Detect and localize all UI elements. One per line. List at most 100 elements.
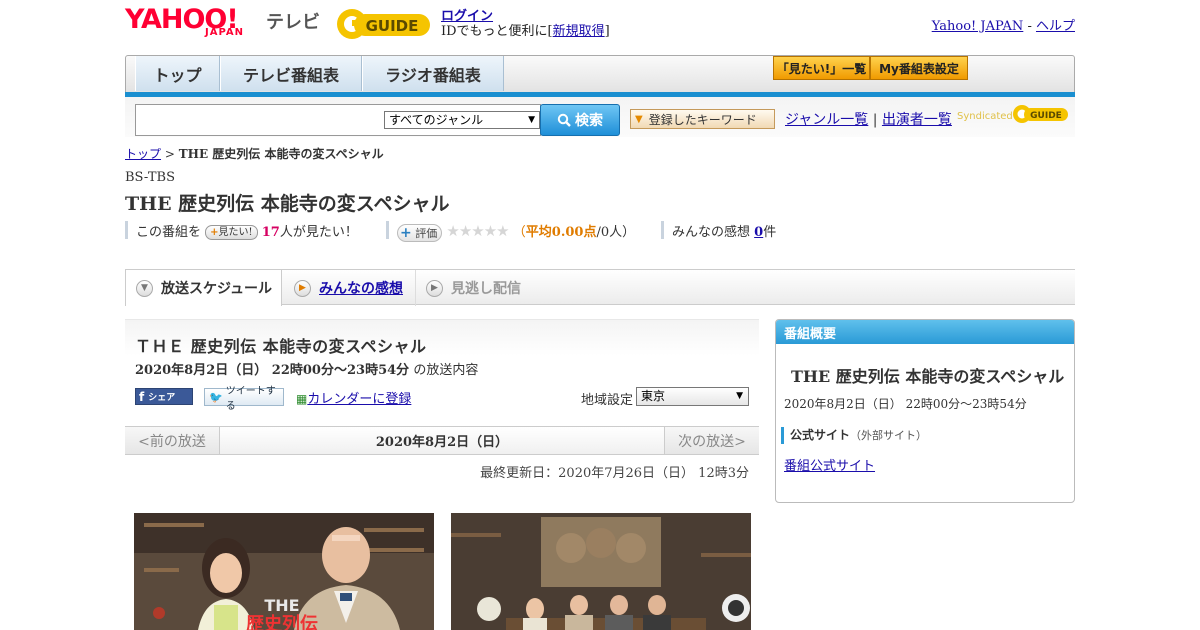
impressions-count-link[interactable]: 0 xyxy=(754,225,763,240)
twitter-bird-icon: 🐦 xyxy=(209,390,223,404)
facebook-share-label: シェア xyxy=(148,393,176,403)
program-photo-panel[interactable] xyxy=(451,513,751,630)
official-site-label: 公式サイト xyxy=(790,428,851,442)
mitai-button-label: 見たい! xyxy=(218,227,253,238)
chevron-down-icon: ▼ xyxy=(528,115,535,125)
calendar-icon: ▦ xyxy=(296,392,308,406)
tab-schedule[interactable]: ▼ 放送スケジュール xyxy=(125,270,282,306)
tv-logo[interactable]: テレビ xyxy=(266,8,320,34)
keyword-button-label: 登録したキーワード xyxy=(648,112,757,127)
rating-value: 0.00点 xyxy=(551,225,597,240)
my-schedule-button[interactable]: My番組表設定 xyxy=(870,56,968,80)
current-broadcast-date: 2020年8月2日（日） xyxy=(375,435,509,450)
signup-link[interactable]: 新規取得 xyxy=(553,24,605,39)
mitai-suffix: 人が見たい！ xyxy=(279,225,358,240)
prev-broadcast-button[interactable]: <前の放送 xyxy=(125,427,220,454)
tweet-label: ツイートする xyxy=(225,386,276,412)
genre-list-link[interactable]: ジャンル一覧 xyxy=(785,112,868,128)
official-site-note: （外部サイト） xyxy=(850,429,928,442)
mitai-count: 17 xyxy=(261,225,280,240)
play-icon: ▶ xyxy=(294,279,311,297)
registered-keyword-button[interactable]: ▼ 登録したキーワード xyxy=(630,109,775,129)
mitai-list-button[interactable]: 「見たい!」一覧 xyxy=(773,56,870,80)
search-button-label: 検索 xyxy=(575,113,603,129)
breadcrumb-current: THE 歴史列伝 本能寺の変スペシャル xyxy=(178,147,384,161)
rating-people: /0人） xyxy=(596,225,636,240)
region-select[interactable]: 東京 ▼ xyxy=(636,387,749,406)
tweet-button[interactable]: 🐦 ツイートする xyxy=(204,386,284,412)
genre-select[interactable]: すべてのジャンル ▼ xyxy=(384,111,540,129)
calendar-register[interactable]: ▦カレンダーに登録 xyxy=(296,388,411,407)
broadcast-datetime: 2020年8月2日（日） 22時00分～23時54分 xyxy=(135,363,410,378)
plus-icon: + xyxy=(400,224,412,241)
help-link[interactable]: ヘルプ xyxy=(1036,19,1075,34)
tab-missed[interactable]: ▶ 見逃し配信 xyxy=(416,270,546,306)
impressions-unit: 件 xyxy=(763,225,777,240)
facebook-icon: f xyxy=(139,389,145,404)
syndicated-label: Syndicated xyxy=(957,111,1013,122)
breadcrumb-sep: > xyxy=(161,147,179,161)
gguide-small-logo: GUIDE xyxy=(1013,105,1068,123)
next-broadcast-button[interactable]: 次の放送> xyxy=(664,427,759,454)
rating-open: （ xyxy=(512,225,526,240)
official-site-link[interactable]: 番組公式サイト xyxy=(784,455,875,474)
header-links: Yahoo! JAPAN - ヘルプ xyxy=(932,15,1075,34)
photo-logo-title: 歴史列伝 xyxy=(246,613,318,630)
genre-select-value: すべてのジャンル xyxy=(389,113,484,127)
tab-missed-label: 見逃し配信 xyxy=(451,281,521,297)
calendar-link[interactable]: カレンダーに登録 xyxy=(307,392,411,407)
search-icon xyxy=(557,113,571,127)
program-overview-heading: 番組概要 xyxy=(776,320,1074,344)
rate-button-label: 評価 xyxy=(415,226,438,240)
page-title: THE 歴史列伝 本能寺の変スペシャル xyxy=(125,193,450,215)
chevron-down-icon: ▼ xyxy=(136,279,153,297)
facebook-share-button[interactable]: f シェア xyxy=(135,388,193,405)
official-site-heading: 公式サイト（外部サイト） xyxy=(781,427,927,444)
broadcast-title: ＴＨＥ 歴史列伝 本能寺の変スペシャル xyxy=(135,337,427,356)
rate-button[interactable]: + 評価 xyxy=(397,223,443,242)
station-name: BS-TBS xyxy=(125,170,175,185)
sidebar-program-datetime: 2020年8月2日（日） 22時00分～23時54分 xyxy=(784,397,1027,411)
breadcrumb-top[interactable]: トップ xyxy=(125,147,161,161)
tab-impressions[interactable]: ▶ みんなの感想 xyxy=(282,270,416,306)
tab-impressions-label[interactable]: みんなの感想 xyxy=(319,278,403,298)
yahoo-japan-logo: JAPAN xyxy=(205,27,244,38)
links-divider: | xyxy=(872,112,878,128)
rating-label: 平均 xyxy=(525,225,552,240)
region-label: 地域設定 xyxy=(581,393,634,408)
mitai-prefix: この番組を xyxy=(136,225,202,240)
gguide-logo: GUIDE xyxy=(337,9,430,39)
rating-section: + 評価 ★★★★★ （平均0.00点/0人） xyxy=(386,221,636,242)
sidebar-program-title: THE 歴史列伝 本能寺の変スペシャル xyxy=(791,367,1065,386)
play-icon: ▶ xyxy=(426,279,443,297)
photo-logo-the: THE xyxy=(264,596,299,615)
broadcast-content-suffix: の放送内容 xyxy=(413,363,479,378)
plus-icon: + xyxy=(210,227,219,238)
genre-links: ジャンル一覧 | 出演者一覧 xyxy=(785,109,952,129)
impressions-section: みんなの感想 0件 xyxy=(661,221,777,240)
triangle-down-icon: ▼ xyxy=(635,113,643,125)
chevron-down-icon: ▼ xyxy=(736,391,743,401)
tab-schedule-label: 放送スケジュール xyxy=(161,281,273,297)
search-button[interactable]: 検索 xyxy=(540,104,620,136)
broadcast-datetime-row: 2020年8月2日（日） 22時00分～23時54分 の放送内容 xyxy=(135,359,478,378)
breadcrumb: トップ > THE 歴史列伝 本能寺の変スペシャル xyxy=(125,145,384,162)
id-prefix: IDでもっと便利に[ xyxy=(441,24,553,39)
program-photo-hosts[interactable]: THE 歴史列伝 xyxy=(134,513,434,630)
performer-list-link[interactable]: 出演者一覧 xyxy=(882,112,952,128)
id-signup-text: IDでもっと便利に[新規取得] xyxy=(441,20,610,39)
rating-stars[interactable]: ★★★★★ xyxy=(446,222,509,240)
mitai-section: この番組を +見たい! 17人が見たい！ xyxy=(125,221,358,240)
gguide-text: GUIDE xyxy=(366,17,419,35)
id-suffix: ] xyxy=(604,24,610,39)
region-select-value: 東京 xyxy=(641,389,666,403)
last-updated: 最終更新日：2020年7月26日（日） 12時3分 xyxy=(480,466,749,481)
nav-tab-tv-schedule[interactable]: テレビ番組表 xyxy=(220,56,362,91)
nav-tab-top[interactable]: トップ xyxy=(135,56,220,91)
header-separator: - xyxy=(1023,19,1036,34)
nav-tab-radio-schedule[interactable]: ラジオ番組表 xyxy=(362,56,504,91)
impressions-label: みんなの感想 xyxy=(672,225,751,240)
gguide-small-text: GUIDE xyxy=(1030,111,1062,121)
mitai-button[interactable]: +見たい! xyxy=(205,225,258,240)
yahoo-japan-link[interactable]: Yahoo! JAPAN xyxy=(932,19,1024,34)
